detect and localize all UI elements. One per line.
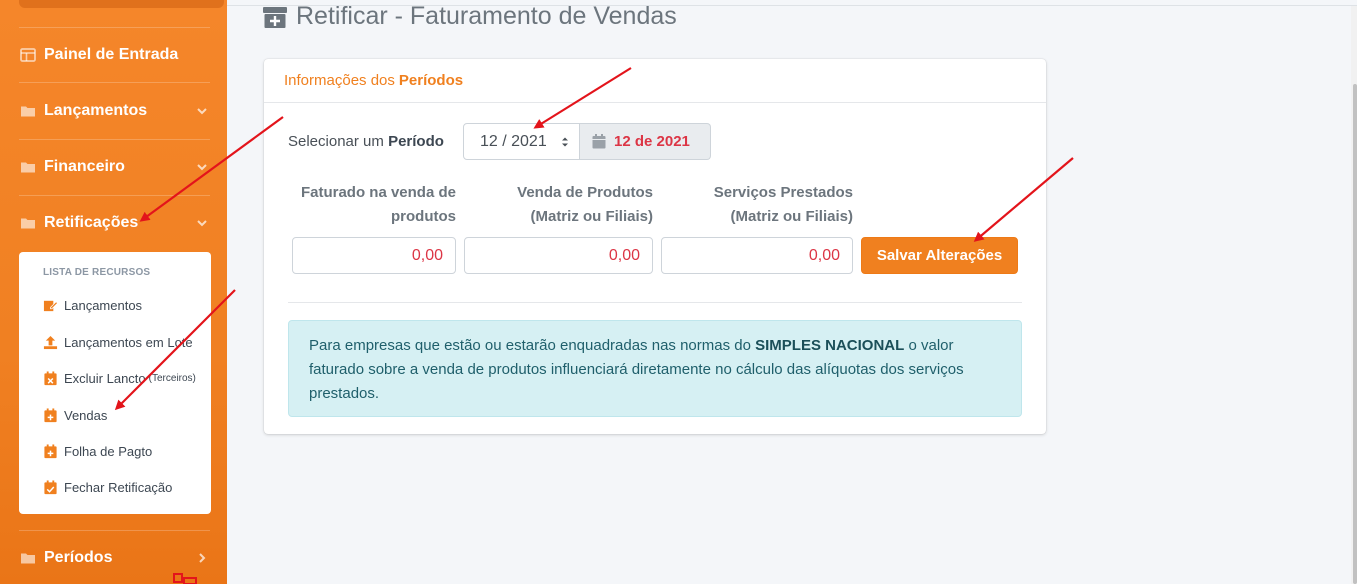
period-display: 12 de 2021 [580, 123, 711, 160]
period-select[interactable]: 12 / 2021 [463, 123, 580, 160]
submenu-item-suffix: (Terceiros) [148, 372, 196, 384]
page-title-text: Retificar - Faturamento de Vendas [296, 2, 677, 30]
sidebar: Painel de Entrada Lançamentos Financeiro… [0, 0, 227, 584]
info-text-before: Para empresas que estão ou estarão enqua… [309, 337, 756, 354]
field-label-line: Faturado na venda de [300, 184, 456, 201]
chevron-down-icon [197, 164, 207, 171]
chevron-right-icon [199, 553, 206, 563]
card-divider [288, 302, 1022, 303]
sidebar-item-painel-de-entrada[interactable]: Painel de Entrada [0, 35, 227, 75]
calendar-icon [592, 134, 606, 149]
save-button[interactable]: Salvar Alterações [861, 237, 1018, 274]
field-label-line: (Matriz ou Filiais) [530, 208, 653, 225]
sidebar-item-label: Financeiro [44, 158, 125, 175]
submenu-header: LISTA DE RECURSOS [43, 267, 151, 278]
period-select-value: 12 / 2021 [480, 132, 547, 150]
field-label-line: (Matriz ou Filiais) [730, 208, 853, 225]
nav-divider [19, 195, 210, 196]
archive-plus-icon [263, 6, 287, 28]
field-label-line: Venda de Produtos [517, 184, 653, 201]
period-label-prefix: Selecionar um [288, 133, 384, 150]
period-label: Selecionar um Período [288, 133, 444, 150]
period-label-bold: Período [388, 133, 444, 150]
sidebar-item-label: Lançamentos [44, 102, 148, 119]
sidebar-item-financeiro[interactable]: Financeiro [0, 147, 227, 187]
submenu-item-folha-de-pagto[interactable]: Folha de Pagto [43, 441, 152, 461]
info-alert: Para empresas que estão ou estarão enqua… [288, 320, 1022, 417]
faturado-venda-input[interactable] [292, 237, 456, 274]
calendar-plus-icon [44, 443, 57, 458]
sidebar-item-periodos[interactable]: Períodos [0, 538, 227, 578]
calendar-check-icon [44, 479, 57, 494]
card-header: Informações dos Períodos [264, 59, 1046, 103]
sidebar-item-lancamentos[interactable]: Lançamentos [0, 91, 227, 131]
folder-icon [21, 553, 35, 564]
submenu-item-label: Lançamentos em Lote [64, 334, 193, 350]
submenu-item-lancamentos[interactable]: Lançamentos [43, 295, 142, 315]
upload-icon [43, 335, 58, 349]
chevron-down-icon [197, 108, 207, 115]
sidebar-item-label: Painel de Entrada [44, 46, 179, 63]
nav-divider [19, 82, 210, 83]
field-label-line: Serviços Prestados [713, 184, 853, 201]
calendar-x-icon [44, 370, 57, 385]
sidebar-item-label: Retificações [44, 214, 139, 231]
info-text-bold: SIMPLES NACIONAL [755, 337, 905, 354]
folder-icon [21, 218, 35, 229]
submenu-item-label: Lançamentos [64, 297, 143, 313]
nav-divider [19, 27, 210, 28]
venda-produtos-input[interactable] [464, 237, 653, 274]
calendar-plus-icon [44, 407, 57, 422]
submenu-item-label: Fechar Retificação [64, 479, 173, 495]
field-label-venda-produtos: Venda de Produtos (Matriz ou Filiais) [464, 181, 653, 229]
servicos-prestados-input[interactable] [661, 237, 853, 274]
submenu-item-vendas[interactable]: Vendas [43, 405, 107, 425]
edit-icon [43, 300, 58, 311]
submenu-item-label: Excluir Lancto [64, 370, 146, 386]
sidebar-item-label: Períodos [44, 549, 113, 566]
submenu-item-label: Folha de Pagto [64, 443, 153, 459]
sidebar-item-retificacoes[interactable]: Retificações [0, 203, 227, 243]
folder-icon [21, 106, 35, 117]
submenu-item-lancamentos-em-lote[interactable]: Lançamentos em Lote [43, 332, 193, 352]
card-header-bold: Períodos [398, 72, 464, 89]
field-label-servicos-prestados: Serviços Prestados (Matriz ou Filiais) [661, 181, 853, 229]
submenu-item-fechar-retificacao[interactable]: Fechar Retificação [43, 477, 172, 497]
field-label-faturado: Faturado na venda de produtos [288, 181, 456, 229]
submenu-item-excluir-lancto[interactable]: Excluir Lancto (Terceiros) [43, 368, 196, 388]
sidebar-top-item[interactable] [19, 0, 224, 8]
scrollbar-thumb[interactable] [1353, 84, 1357, 584]
retificacoes-submenu: LISTA DE RECURSOS Lançamentos Lançamento… [19, 252, 211, 514]
dashboard-icon [20, 48, 36, 62]
submenu-item-label: Vendas [64, 407, 108, 423]
select-arrows-icon [562, 137, 568, 147]
field-label-line: produtos [391, 208, 456, 225]
period-display-text: 12 de 2021 [614, 133, 690, 150]
partial-red-icon [173, 573, 197, 584]
nav-divider [19, 530, 210, 531]
page-title: Retificar - Faturamento de Vendas [262, 2, 677, 31]
nav-divider [19, 139, 210, 140]
card-header-prefix: Informações dos [284, 72, 395, 89]
chevron-down-icon [197, 220, 207, 227]
folder-icon [21, 162, 35, 173]
